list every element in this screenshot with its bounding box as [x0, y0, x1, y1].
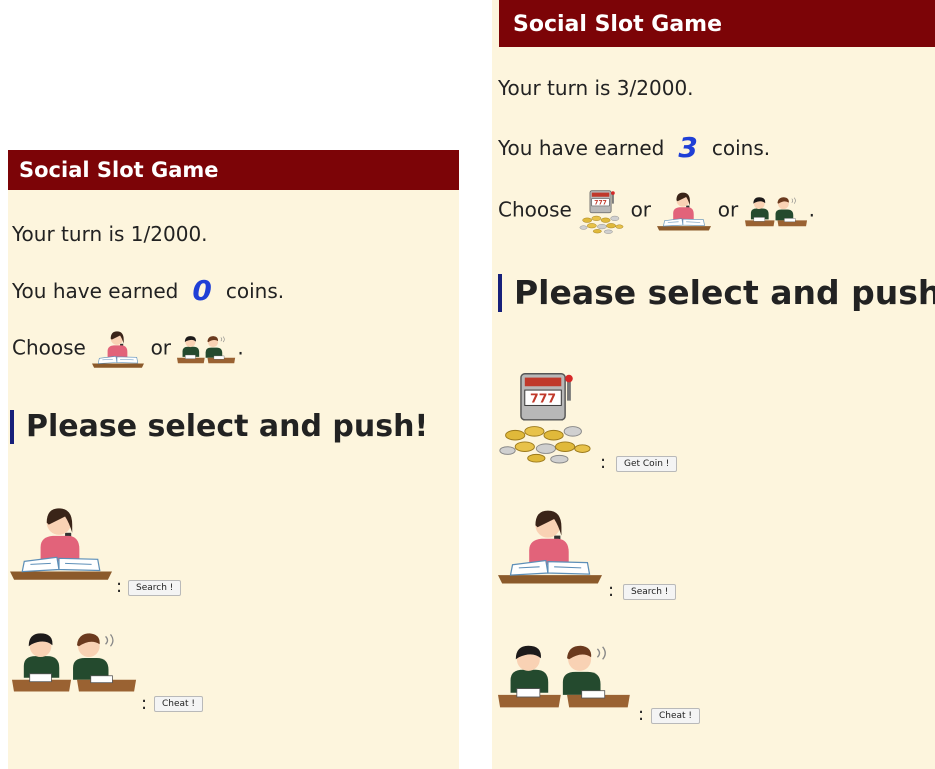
- studying-girl-icon: [10, 502, 112, 584]
- instruction-heading: Please select and push!: [10, 410, 428, 444]
- cheating-students-icon: [745, 193, 809, 229]
- choose-row: Choose or or .: [498, 188, 815, 234]
- studying-girl-icon: [498, 504, 602, 588]
- right-game-panel: Social Slot Game Your turn is 3/2000. Yo…: [492, 0, 935, 769]
- earned-status: You have earned 3 coins.: [498, 131, 770, 164]
- choose-label: Choose: [498, 197, 572, 222]
- period: .: [808, 197, 815, 222]
- app-title: Social Slot Game: [499, 0, 935, 47]
- colon: :: [116, 576, 123, 597]
- coin-count: 0: [192, 274, 212, 307]
- cheat-button[interactable]: Cheat !: [651, 708, 701, 724]
- or-label: or: [630, 197, 652, 222]
- choose-label: Choose: [12, 335, 86, 360]
- cheating-students-icon: [177, 332, 237, 366]
- search-button[interactable]: Search !: [623, 584, 677, 600]
- colon: :: [608, 580, 615, 601]
- choose-row: Choose or .: [12, 328, 244, 370]
- turn-status: Your turn is 3/2000.: [498, 76, 694, 100]
- studying-girl-icon: [657, 189, 711, 233]
- cheating-students-icon: [12, 626, 140, 696]
- turn-status: Your turn is 1/2000.: [12, 222, 208, 246]
- turn-text: Your turn is 3/2000.: [498, 76, 694, 100]
- instruction-heading: Please select and push!: [498, 274, 935, 312]
- colon: :: [600, 452, 607, 473]
- earned-prefix: You have earned: [498, 136, 665, 160]
- earned-prefix: You have earned: [12, 279, 179, 303]
- app-title: Social Slot Game: [8, 150, 459, 190]
- earned-suffix: coins.: [711, 136, 771, 160]
- earned-status: You have earned 0 coins.: [12, 274, 284, 307]
- slot-machine-icon: [578, 188, 624, 234]
- left-game-panel: Social Slot Game Your turn is 1/2000. Yo…: [8, 150, 459, 769]
- search-button[interactable]: Search !: [128, 580, 182, 596]
- colon: :: [141, 693, 148, 714]
- cheating-students-icon: [498, 638, 634, 712]
- coin-count: 3: [678, 131, 698, 164]
- colon: :: [638, 704, 645, 725]
- get-coin-button[interactable]: Get Coin !: [616, 456, 678, 472]
- slot-machine-icon: [496, 368, 592, 464]
- or-label: or: [717, 197, 739, 222]
- cheat-button[interactable]: Cheat !: [154, 696, 204, 712]
- period: .: [237, 335, 244, 360]
- or-label: or: [150, 335, 172, 360]
- studying-girl-icon: [92, 328, 144, 370]
- turn-text: Your turn is 1/2000.: [12, 222, 208, 246]
- earned-suffix: coins.: [225, 279, 285, 303]
